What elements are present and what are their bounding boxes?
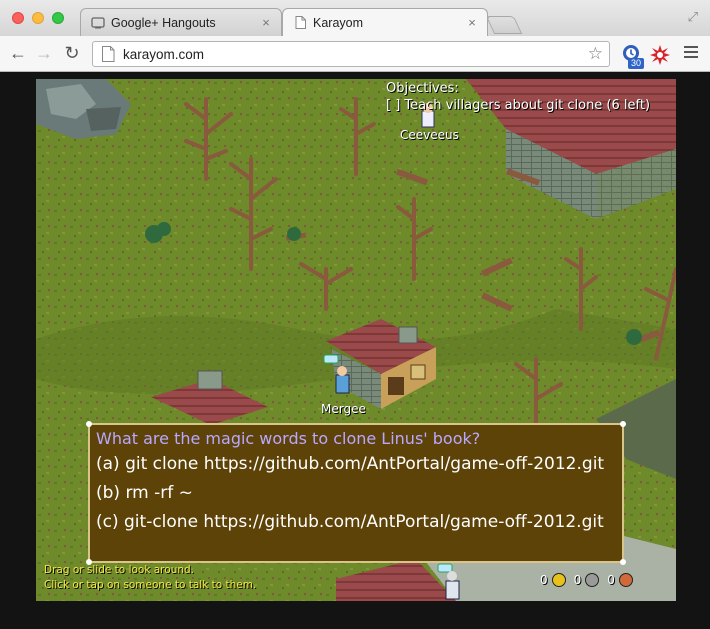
dialog-question: What are the magic words to clone Linus'… (96, 429, 481, 448)
dialog-option-b[interactable]: (b) rm -rf ~ (96, 483, 616, 503)
close-window-button[interactable] (12, 12, 24, 24)
inventory-bar: 0 0 0 (540, 573, 641, 587)
extension-burst-icon[interactable] (650, 45, 670, 65)
zoom-window-button[interactable] (52, 12, 64, 24)
silver-count: 0 (573, 573, 582, 587)
page-icon (102, 46, 115, 62)
bookmark-star-icon[interactable]: ☆ (588, 44, 603, 64)
back-arrow-icon[interactable]: ← (8, 43, 28, 63)
objective-item: [ ] Teach villagers about git clone (6 l… (386, 98, 651, 113)
tab-title: Karayom (313, 15, 364, 30)
extension-badge: 30 (628, 58, 645, 69)
game-canvas[interactable]: Objectives: [ ] Teach villagers about gi… (36, 79, 676, 601)
new-tab-button[interactable] (485, 16, 523, 34)
dialog-option-c[interactable]: (c) git-clone https://github.com/AntPort… (96, 512, 616, 532)
dialog-corner (620, 559, 626, 565)
copper-count: 0 (607, 573, 615, 587)
gold-count: 0 (540, 573, 548, 587)
dialog-corner (86, 421, 92, 427)
browser-toolbar: ← → ↻ karayom.com ☆ 30 (0, 36, 710, 72)
tab-close-icon[interactable]: × (259, 15, 273, 30)
dialog-option-a[interactable]: (a) git clone https://github.com/AntPort… (96, 454, 616, 474)
tab-title: Google+ Hangouts (111, 15, 216, 30)
tab-google-hangouts[interactable]: Google+ Hangouts × (80, 8, 282, 36)
dialog-box: What are the magic words to clone Linus'… (86, 421, 626, 565)
hangouts-favicon-icon (91, 16, 105, 30)
npc-name-label[interactable]: Mergee (321, 402, 366, 416)
help-line-drag: Drag or slide to look around. (44, 564, 195, 576)
help-line-talk: Click or tap on someone to talk to them. (44, 579, 257, 591)
dialog-corner (620, 421, 626, 427)
tab-karayom[interactable]: Karayom × (282, 8, 488, 36)
copper-coin-icon (618, 573, 633, 587)
url-text: karayom.com (123, 46, 205, 62)
minimize-window-button[interactable] (32, 12, 44, 24)
reload-icon[interactable]: ↻ (62, 43, 82, 63)
browser-titlebar: Google+ Hangouts × Karayom × ⤢ (0, 0, 710, 36)
menu-icon[interactable] (684, 46, 698, 61)
help-text: Drag or slide to look around. Click or t… (44, 563, 256, 593)
objectives-panel: Objectives: [ ] Teach villagers about gi… (386, 80, 650, 114)
silver-coin-icon (585, 573, 600, 587)
fullscreen-icon[interactable]: ⤢ (688, 9, 698, 25)
gold-coin-icon (551, 573, 566, 587)
address-bar[interactable]: karayom.com ☆ (92, 41, 610, 67)
page-favicon-icon (293, 16, 307, 30)
objectives-title: Objectives: (386, 81, 459, 96)
forward-arrow-icon[interactable]: → (34, 43, 54, 63)
npc-name-label[interactable]: Ceeveeus (400, 128, 459, 142)
tab-close-icon[interactable]: × (465, 15, 479, 30)
